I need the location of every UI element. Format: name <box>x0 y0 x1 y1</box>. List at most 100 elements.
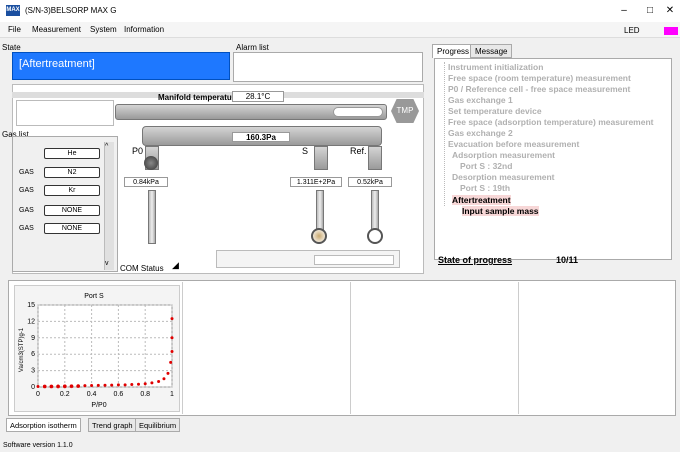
close-button[interactable]: ✕ <box>660 4 680 18</box>
adsorption-point <box>130 383 134 387</box>
port-ref-label: Ref. <box>350 146 367 156</box>
chart-x-label: P/P0 <box>91 402 106 409</box>
port-p0-label: P0 <box>132 146 144 156</box>
port-s-label: S <box>302 146 309 156</box>
tab-trend-graph[interactable]: Trend graph <box>88 418 137 432</box>
scroll-up-icon[interactable]: ^ <box>105 143 108 150</box>
manifold-info-box <box>16 100 114 126</box>
y-tick-label: 9 <box>31 335 35 342</box>
adsorption-point <box>162 377 166 381</box>
adsorption-point <box>150 381 154 385</box>
step-item: Evacuation before measurement <box>448 139 580 149</box>
port-ref-value: 0.52kPa <box>348 177 392 187</box>
window-title: (S/N-3)BELSORP MAX G <box>25 6 117 15</box>
chart-y-label: Va/cm3(STP)g-1 <box>19 327 25 372</box>
adsorption-point <box>166 371 170 375</box>
menu-system[interactable]: System <box>90 25 117 34</box>
chart-title: Port S <box>84 293 104 300</box>
step-item: Instrument initialization <box>448 62 544 72</box>
port-s-tube <box>316 190 324 232</box>
led-label: LED <box>624 26 640 35</box>
chart-grid <box>37 304 173 388</box>
gas-item-none-1[interactable]: NONE <box>44 205 100 216</box>
adsorption-point <box>157 380 161 384</box>
tab-equilibrium[interactable]: Equilibrium <box>135 418 181 432</box>
x-tick-label: 0.8 <box>140 391 150 398</box>
port-s-value: 1.311E+2Pa <box>290 177 342 187</box>
x-tick-label: 0.4 <box>87 391 97 398</box>
adsorption-point <box>36 384 40 388</box>
tab-progress[interactable]: Progress <box>432 44 475 58</box>
adsorption-point <box>170 336 174 340</box>
minimize-button[interactable]: – <box>614 4 634 18</box>
adsorption-point <box>170 317 174 321</box>
menu-information[interactable]: Information <box>124 25 164 34</box>
led-indicator <box>664 27 678 35</box>
alarm-list <box>233 52 423 82</box>
gas-item-he[interactable]: He <box>44 148 100 159</box>
isotherm-chart: Port S 0 3 6 9 12 15 0 0.2 0.4 0.6 0.8 1 P/P0 Va/c… <box>19 293 174 409</box>
step-item: Free space (room temperature) measuremen… <box>448 73 631 83</box>
plot-area <box>37 304 173 388</box>
gas-tag: GAS <box>19 169 34 176</box>
manifold-pressure: 160.3Pa <box>232 132 290 142</box>
gas-tag: GAS <box>19 207 34 214</box>
gas-item-none-2[interactable]: NONE <box>44 223 100 234</box>
gas-item-n2[interactable]: N2 <box>44 167 100 178</box>
manifold-temp-value: 28.1°C <box>232 91 284 102</box>
menu-file[interactable]: File <box>8 25 21 34</box>
port-p0-value: 0.84kPa <box>124 177 168 187</box>
com-status-label: COM Status <box>120 264 164 273</box>
y-tick-label: 0 <box>31 384 35 391</box>
adsorption-point <box>123 383 127 387</box>
port-s-valve[interactable] <box>314 146 328 170</box>
tmp-pump-icon[interactable]: TMP <box>391 99 419 123</box>
step-item-current-sub: Input sample mass <box>462 206 539 216</box>
com-status-field <box>314 255 394 265</box>
adsorption-point <box>103 383 107 387</box>
adsorption-point <box>116 383 120 387</box>
maximize-button[interactable]: □ <box>640 4 660 18</box>
sample-cell-icon <box>311 228 327 244</box>
adsorption-point <box>169 360 173 364</box>
port-ref-valve[interactable] <box>368 146 382 170</box>
x-tick-label: 0.6 <box>114 391 124 398</box>
tab-adsorption-isotherm[interactable]: Adsorption isotherm <box>6 418 81 432</box>
adsorption-point <box>83 384 87 388</box>
valve-knob-icon[interactable] <box>144 156 158 170</box>
state-label: State <box>2 43 21 52</box>
step-item: Gas exchange 2 <box>448 128 513 138</box>
divider <box>350 282 351 414</box>
step-item: P0 / Reference cell - free space measure… <box>448 84 631 94</box>
chart-x-ticks: 0 0.2 0.4 0.6 0.8 1 <box>36 391 174 398</box>
tab-message[interactable]: Message <box>470 44 513 58</box>
x-tick-label: 0.2 <box>60 391 70 398</box>
gas-list-scrollbar[interactable] <box>104 142 114 270</box>
app-logo-icon: MAX <box>6 5 20 16</box>
port-p0-tube <box>148 190 156 244</box>
gas-tag: GAS <box>19 225 34 232</box>
tree-line <box>444 62 445 206</box>
port-ref-tube <box>371 190 379 232</box>
x-tick-label: 1 <box>170 391 174 398</box>
y-tick-label: 12 <box>27 318 35 325</box>
step-item: Gas exchange 1 <box>448 95 513 105</box>
step-item: Adsorption measurement <box>452 150 555 160</box>
status-bar: Software version 1.1.0 <box>3 442 73 449</box>
adsorption-point <box>143 382 147 386</box>
scroll-down-icon[interactable]: v <box>105 260 109 267</box>
step-item: Free space (adsorption temperature) meas… <box>448 117 654 127</box>
chart-y-ticks: 0 3 6 9 12 15 <box>27 302 35 391</box>
gas-item-kr[interactable]: Kr <box>44 185 100 196</box>
state-display: [Aftertreatment] <box>12 52 230 80</box>
y-tick-label: 15 <box>27 302 35 309</box>
adsorption-point <box>110 383 114 387</box>
step-item-current: Aftertreatment <box>452 195 511 205</box>
alarm-label: Alarm list <box>236 43 269 52</box>
divider <box>518 282 519 414</box>
gas-tag: GAS <box>19 187 34 194</box>
step-item: Port S : 19th <box>460 183 511 193</box>
signal-icon: ◢ <box>172 260 179 270</box>
menu-measurement[interactable]: Measurement <box>32 25 81 34</box>
adsorption-point <box>137 382 140 386</box>
